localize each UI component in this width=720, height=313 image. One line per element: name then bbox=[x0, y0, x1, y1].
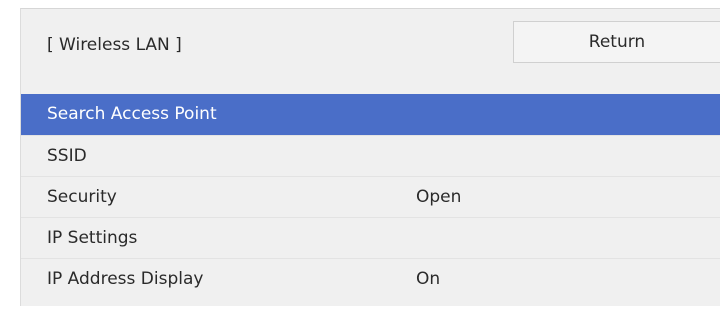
menu-item-ssid[interactable]: SSID bbox=[21, 135, 720, 176]
menu-item-label: IP Settings bbox=[47, 228, 138, 248]
menu-item-label: SSID bbox=[47, 146, 87, 166]
ip-address-display-value: On bbox=[416, 269, 441, 289]
menu-item-ip-address-display[interactable]: IP Address Display On bbox=[21, 258, 720, 299]
page-title: [ Wireless LAN ] bbox=[47, 35, 182, 55]
settings-menu: Search Access Point SSID Security Open I… bbox=[21, 94, 720, 299]
menu-item-label: Security bbox=[47, 187, 117, 207]
wireless-lan-panel: [ Wireless LAN ] Return Search Access Po… bbox=[20, 8, 720, 306]
menu-item-label: Search Access Point bbox=[47, 104, 217, 124]
menu-item-security[interactable]: Security Open bbox=[21, 176, 720, 217]
menu-item-search-access-point[interactable]: Search Access Point bbox=[21, 94, 720, 135]
menu-item-label: IP Address Display bbox=[47, 269, 204, 289]
return-button[interactable]: Return bbox=[513, 21, 720, 63]
menu-item-ip-settings[interactable]: IP Settings bbox=[21, 217, 720, 258]
security-value: Open bbox=[416, 187, 462, 207]
panel-header: [ Wireless LAN ] Return bbox=[21, 9, 720, 89]
